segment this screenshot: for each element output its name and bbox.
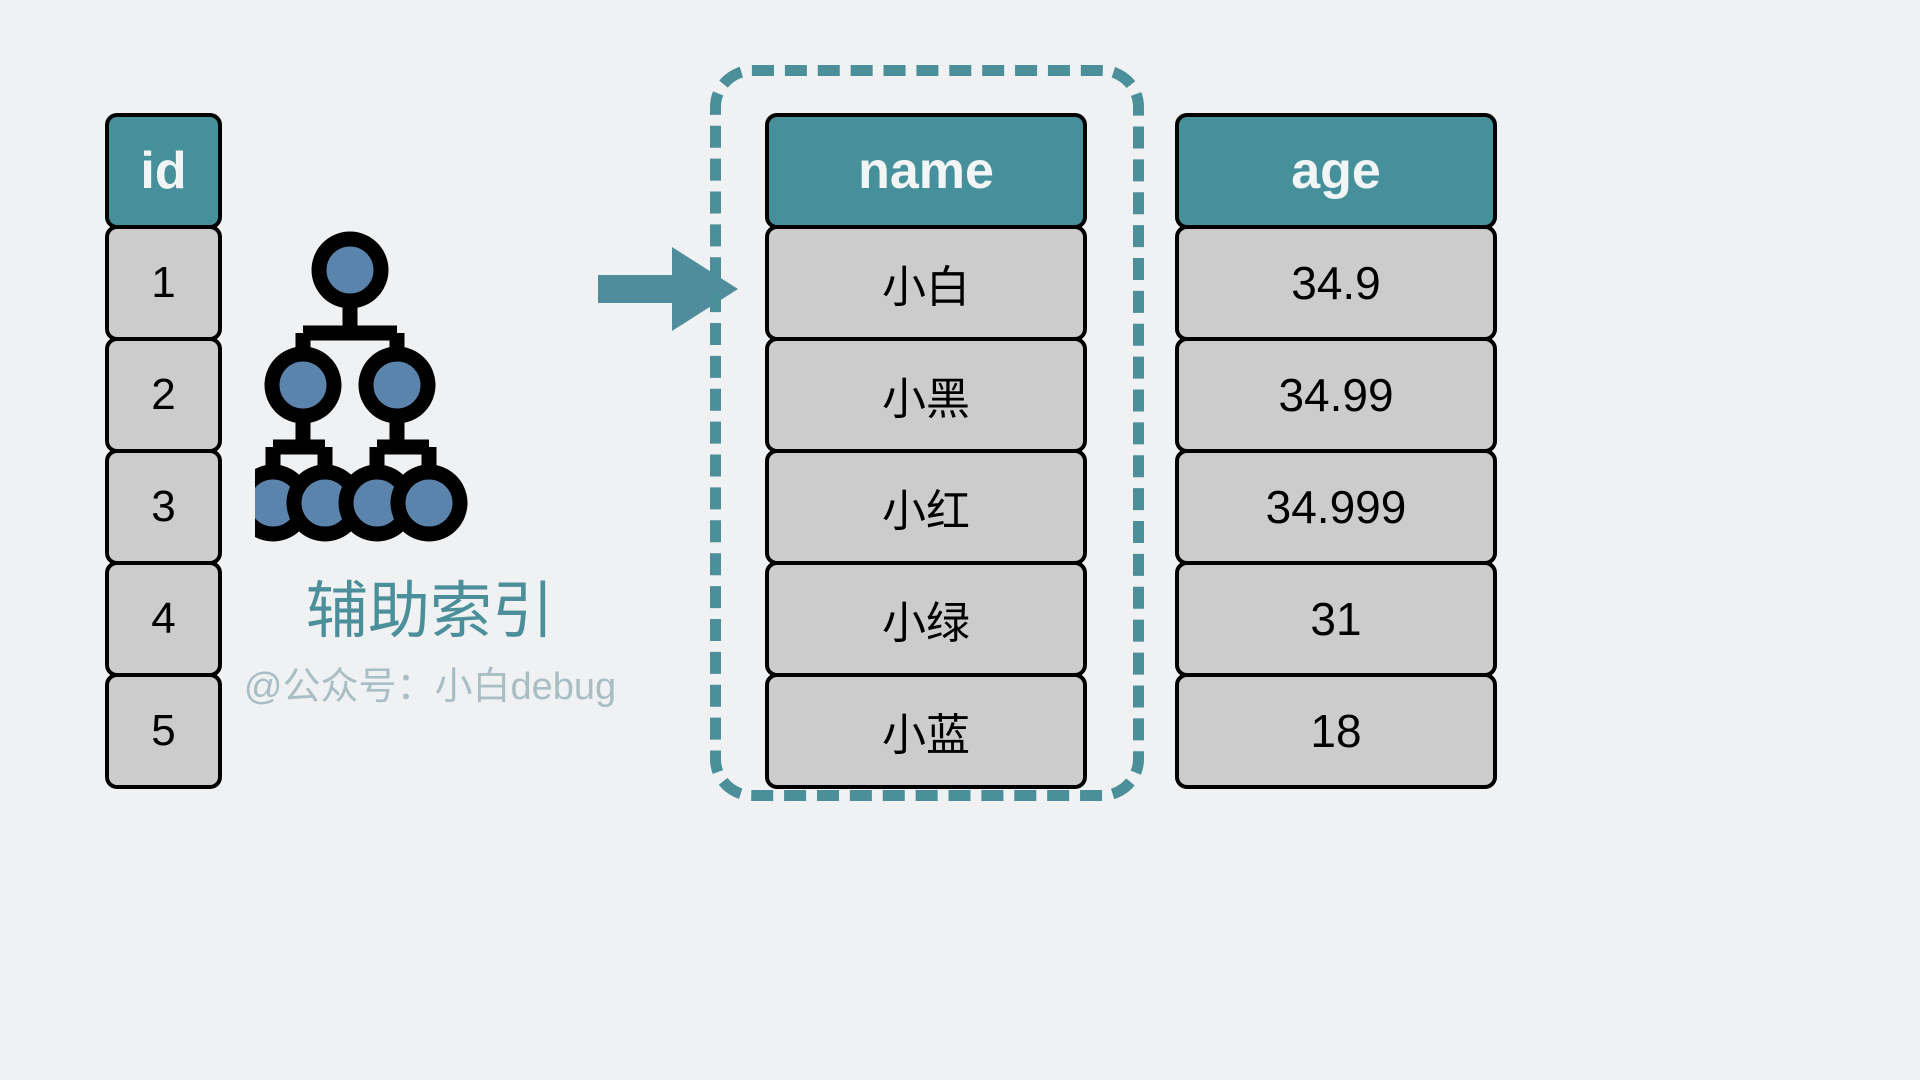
age-cell-row-3: 34.999 [1175, 449, 1497, 565]
btree-node-root [311, 231, 389, 309]
age-cell-row-5: 18 [1175, 673, 1497, 789]
name-cell-row-5: 小蓝 [765, 673, 1087, 789]
name-column-header: name [765, 113, 1087, 229]
name-cell-row-2: 小黑 [765, 337, 1087, 453]
name-cell-row-3: 小红 [765, 449, 1087, 565]
id-cell-row-5: 5 [105, 673, 222, 789]
age-cell-row-1: 34.9 [1175, 225, 1497, 341]
flow-arrow [598, 243, 740, 335]
btree-node-group [234, 231, 468, 542]
btree-svg [234, 231, 468, 542]
id-cell-row-3: 3 [105, 449, 222, 565]
name-column: name 小白 小黑 小红 小绿 小蓝 [765, 113, 1087, 789]
age-column: age 34.9 34.99 34.999 31 18 [1175, 113, 1497, 789]
id-cell-row-2: 2 [105, 337, 222, 453]
btree-node-internal-left [264, 346, 342, 424]
name-cell-row-1: 小白 [765, 225, 1087, 341]
btree-node-leaf-4 [390, 464, 468, 542]
age-cell-row-2: 34.99 [1175, 337, 1497, 453]
secondary-index-caption: 辅助索引 [305, 577, 554, 646]
watermark-text: @公众号：小白debug [243, 666, 617, 708]
id-cell-row-1: 1 [105, 225, 222, 341]
age-cell-row-4: 31 [1175, 561, 1497, 677]
btree-index-diagram [234, 225, 605, 545]
diagram-canvas: id 1 2 3 4 5 辅助索引 @公众号：小白debug name 小白 小… [0, 0, 1920, 1080]
btree-node-internal-right [358, 346, 436, 424]
age-column-header: age [1175, 113, 1497, 229]
id-column-header: id [105, 113, 222, 229]
arrow-right-icon [598, 247, 738, 331]
id-cell-row-4: 4 [105, 561, 222, 677]
id-column: id 1 2 3 4 5 [105, 113, 222, 789]
name-cell-row-4: 小绿 [765, 561, 1087, 677]
